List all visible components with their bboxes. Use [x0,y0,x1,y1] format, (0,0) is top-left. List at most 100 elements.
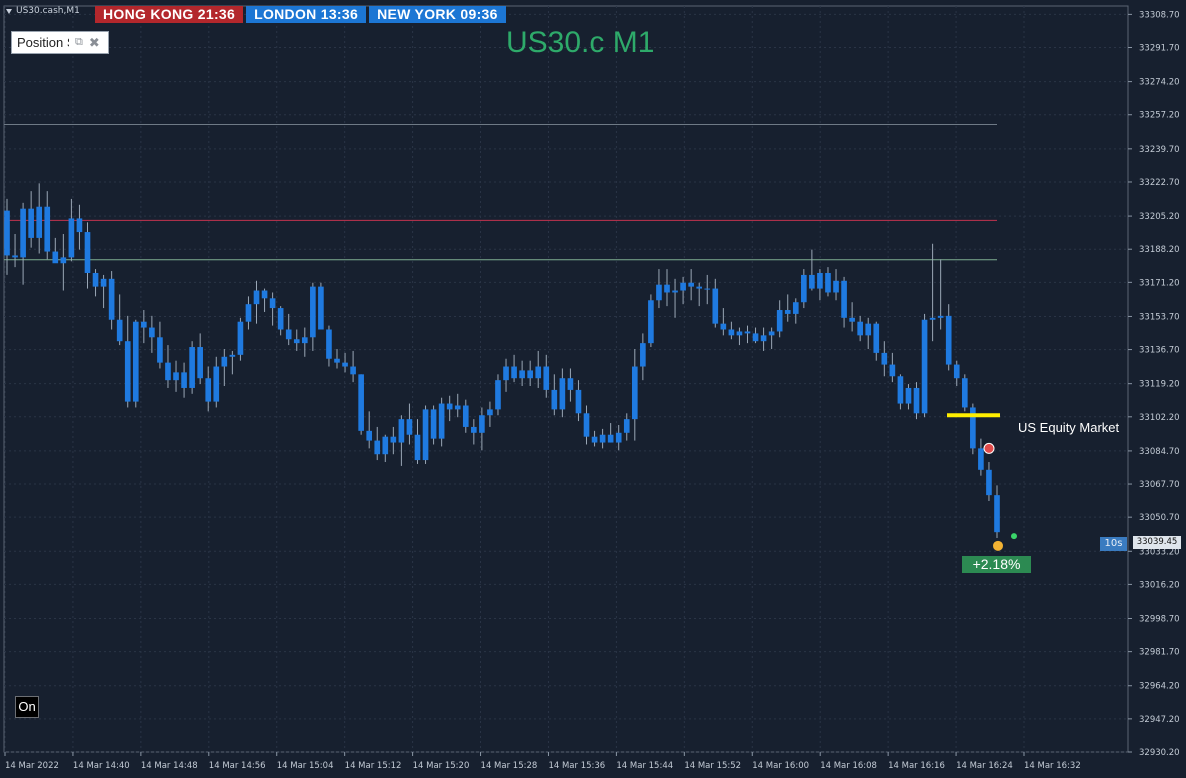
candle-body [664,284,670,293]
session-hong-kong: HONG KONG 21:36 [95,6,244,23]
candle-body [28,208,34,238]
candle-body [656,284,662,301]
candle-body [108,278,115,320]
candle-body [680,282,686,291]
equity-market-label: US Equity Market [1018,420,1120,435]
candle-body [728,329,735,336]
candle-body [358,374,364,431]
x-tick-label: 14 Mar 15:04 [277,761,334,771]
candle-body [495,380,501,410]
bar-timer-badge: 10s [1100,537,1127,551]
candle-body [36,206,43,238]
candle-body [640,343,646,367]
candle-body [648,300,654,344]
candle-body [736,331,743,336]
candle-body [253,290,260,305]
candle-body [986,469,992,496]
price-chart[interactable]: 33308.70 33291.70 33274.20 33257.20 33239.70… [0,0,1186,778]
x-tick-label: 14 Mar 14:40 [73,761,130,771]
candle-body [197,347,203,379]
candle-body [720,323,727,330]
candle-body [559,378,566,410]
symbol-tab[interactable]: US30.cash,M1 [6,6,80,16]
candle-body [285,329,292,340]
candle-body [704,288,711,290]
candle-body [479,415,485,433]
restore-icon[interactable]: ⧉ [75,36,83,49]
candle-body [350,366,356,375]
x-tick-label: 14 Mar 16:08 [820,761,877,771]
candle-body [567,378,574,390]
y-tick-label: 32947.20 [1139,715,1180,725]
candle-body [519,370,525,379]
candle-body [511,366,517,379]
candle-body [817,272,823,289]
candle-body [430,409,437,439]
candle-body [978,448,984,470]
y-tick-label: 33308.70 [1139,10,1180,20]
candle-body [607,434,614,443]
candle-body [937,315,944,318]
x-tick-label: 14 Mar 15:12 [345,761,402,771]
position-panel-label[interactable]: Position S [17,35,69,50]
y-tick-label: 33067.70 [1139,480,1180,490]
candle-body [615,432,622,443]
position-panel[interactable]: Position S ⧉ ✖ [11,31,109,54]
candle-body [398,419,405,443]
candle-body [913,387,920,414]
candle-body [116,319,123,342]
candle-body [712,288,719,324]
candle-body [213,366,220,402]
y-tick-label: 33136.70 [1139,346,1180,356]
y-tick-label: 33239.70 [1139,145,1180,155]
candle-body [446,403,453,410]
candle-body [776,310,783,332]
candle-body [471,426,477,433]
candle-body [672,290,678,293]
tick-marker-green [1011,533,1017,540]
chart-area[interactable]: 33308.70 33291.70 33274.20 33257.20 33239.70… [0,0,1186,778]
candle-body [245,304,252,322]
x-tick-label: 14 Mar 2022 [5,761,59,771]
candle-body [205,378,212,402]
candle-body [551,389,558,410]
candle-body [318,286,324,330]
x-tick-label: 14 Mar 15:52 [684,761,741,771]
trade-marker-orange [993,540,1003,551]
candle-body [60,257,67,264]
candle-body [293,339,300,344]
candle-body [760,335,767,342]
candle-body [261,290,268,299]
x-tick-label: 14 Mar 14:56 [209,761,266,771]
y-tick-label: 33016.20 [1139,580,1180,590]
dropdown-arrow-icon[interactable] [6,8,12,14]
candle-body [849,317,855,322]
candle-body [221,356,228,367]
candle-body [20,208,26,258]
candle-body [768,331,775,336]
candle-body [406,419,413,435]
candle-body [92,272,99,287]
y-tick-label: 33119.20 [1139,380,1180,390]
y-tick-label: 33102.20 [1139,413,1180,423]
y-tick-label: 33222.70 [1139,178,1180,188]
candle-body [12,255,18,258]
x-tick-label: 14 Mar 15:28 [481,761,538,771]
candle-body [792,302,799,314]
y-tick-label: 32964.20 [1139,682,1180,692]
x-tick-label: 14 Mar 15:20 [413,761,470,771]
session-new-york: NEW YORK 09:36 [369,6,506,23]
candle-body [631,366,638,420]
close-icon[interactable]: ✖ [89,35,100,51]
y-tick-label: 33291.70 [1139,44,1180,54]
candle-body [422,409,429,461]
plot-frame [3,5,1129,753]
candle-body [696,286,703,289]
candle-body [141,321,147,328]
candle-body [237,321,244,355]
current-price-badge: 33039.45 [1133,536,1181,549]
y-tick-label: 33084.70 [1139,447,1180,457]
candle-body [165,362,171,381]
candle-body [487,409,493,416]
on-toggle-button[interactable]: On [15,696,39,718]
